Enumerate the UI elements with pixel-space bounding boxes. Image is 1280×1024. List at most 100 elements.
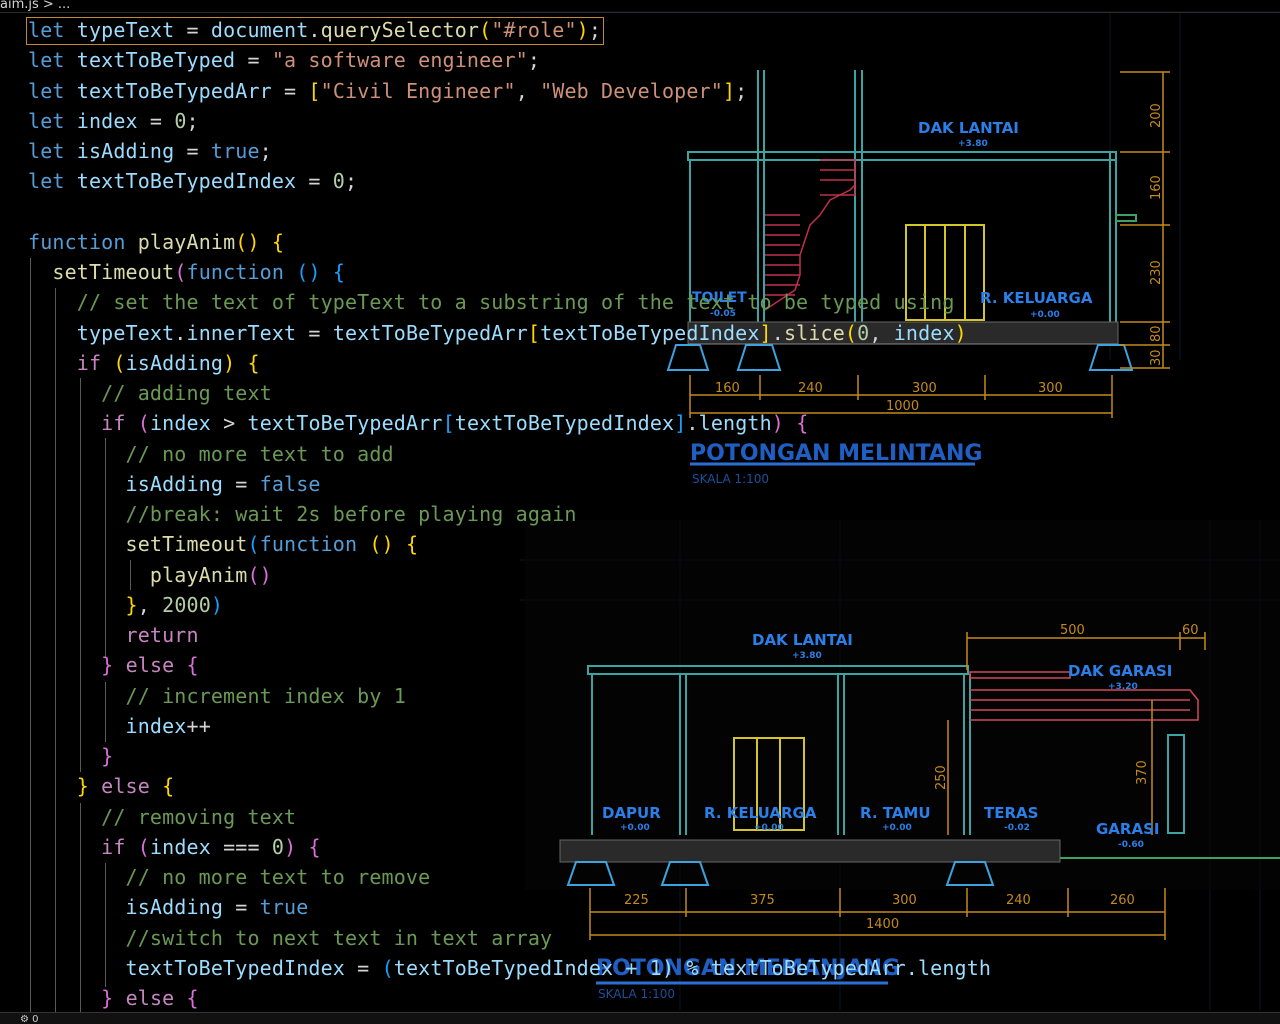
- code-token: ,: [869, 320, 894, 345]
- code-token: =: [308, 169, 333, 194]
- code-token: [: [442, 411, 455, 436]
- code-line[interactable]: let index = 0;: [28, 106, 199, 136]
- code-line[interactable]: let textToBeTyped = "a software engineer…: [28, 45, 540, 75]
- code-line[interactable]: // removing text: [28, 802, 296, 832]
- bell-icon[interactable]: ⚙ 0: [20, 1014, 39, 1024]
- code-line[interactable]: typeText.innerText = textToBeTypedArr[te…: [28, 318, 967, 348]
- code-token: "#role": [491, 18, 577, 42]
- code-token: }: [101, 744, 114, 768]
- code-line[interactable]: // set the text of typeText to a substri…: [28, 287, 955, 317]
- code-line[interactable]: if (index > textToBeTypedArr[textToBeTyp…: [28, 408, 808, 438]
- code-token: {: [308, 834, 321, 859]
- code-token: isAdding: [64, 139, 187, 163]
- code-token: =: [284, 78, 309, 103]
- code-line[interactable]: // no more text to remove: [28, 862, 431, 892]
- code-token: if: [101, 834, 126, 859]
- code-token: (): [296, 260, 321, 284]
- code-token: isAdding: [125, 895, 224, 920]
- code-line[interactable]: setTimeout(function () {: [28, 529, 419, 559]
- code-line[interactable]: }, 2000): [28, 590, 223, 620]
- breadcrumb-divider: [0, 12, 1280, 13]
- code-token: //break: wait 2s before playing again: [125, 502, 577, 526]
- code-line[interactable]: function playAnim() {: [28, 227, 284, 257]
- code-token: =: [223, 895, 260, 920]
- code-token: isAdding: [125, 471, 224, 496]
- code-line[interactable]: let typeText = document.querySelector("#…: [28, 15, 601, 45]
- code-line[interactable]: let textToBeTypedArr = ["Civil Engineer"…: [28, 76, 747, 106]
- code-line[interactable]: let textToBeTypedIndex = 0;: [28, 166, 357, 196]
- code-line[interactable]: if (isAdding) {: [28, 348, 260, 378]
- code-token: "Civil Engineer": [320, 78, 516, 103]
- code-line[interactable]: let isAdding = true;: [28, 136, 272, 166]
- code-token: (: [137, 411, 150, 436]
- code-line[interactable]: index++: [28, 711, 211, 741]
- code-token: {: [247, 350, 260, 375]
- code-token: 0: [271, 834, 285, 859]
- code-line[interactable]: playAnim(): [28, 560, 272, 590]
- code-token: ;: [186, 108, 199, 133]
- code-line[interactable]: }: [28, 741, 113, 771]
- code-token: ): [576, 18, 589, 42]
- code-token: index: [64, 108, 150, 133]
- code-line[interactable]: textToBeTypedIndex = (textToBeTypedIndex…: [28, 953, 991, 983]
- code-token: querySelector: [320, 18, 480, 42]
- code-editor[interactable]: aim.js > ... let typeText = document.que…: [0, 0, 1280, 1024]
- code-token: (: [113, 350, 126, 375]
- code-token: length: [698, 411, 772, 436]
- code-line[interactable]: } else {: [28, 983, 199, 1013]
- code-line[interactable]: // no more text to add: [28, 439, 394, 469]
- code-token: (: [137, 834, 150, 859]
- code-token: .: [308, 18, 321, 42]
- code-token: =: [186, 18, 211, 42]
- code-line[interactable]: if (index === 0) {: [28, 832, 321, 862]
- code-token: 0: [174, 108, 187, 133]
- code-token: else: [125, 653, 175, 678]
- code-token: =: [344, 955, 382, 980]
- code-line[interactable]: setTimeout(function () {: [28, 257, 345, 287]
- code-line[interactable]: return: [28, 620, 199, 650]
- code-token: typeText: [76, 320, 175, 345]
- code-line[interactable]: isAdding = false: [28, 469, 321, 499]
- code-token: {: [162, 774, 175, 799]
- code-token: let: [28, 48, 65, 73]
- code-token: else: [101, 774, 150, 799]
- code-line[interactable]: //break: wait 2s before playing again: [28, 499, 577, 529]
- code-line[interactable]: isAdding = true: [28, 892, 309, 922]
- code-token: (: [479, 18, 492, 42]
- code-line[interactable]: // adding text: [28, 378, 272, 408]
- code-line[interactable]: // increment index by 1: [28, 681, 406, 711]
- code-token: [: [527, 320, 541, 345]
- code-line[interactable]: } else {: [28, 650, 199, 680]
- code-token: textToBeTyped: [64, 48, 248, 73]
- code-token: setTimeout: [125, 532, 248, 557]
- code-token: textToBeTypedIndex + 1) % textToBeTypedA…: [393, 955, 992, 980]
- code-token: let: [28, 169, 65, 194]
- code-line[interactable]: } else {: [28, 771, 174, 801]
- breadcrumb[interactable]: aim.js > ...: [0, 0, 70, 12]
- code-token: ===: [210, 834, 272, 859]
- code-token: ,: [137, 592, 163, 617]
- code-line[interactable]: //switch to next text in text array: [28, 923, 553, 953]
- code-token: index: [149, 411, 211, 436]
- code-token: ;: [345, 169, 358, 194]
- code-token: let: [28, 18, 65, 42]
- code-token: (: [247, 532, 260, 557]
